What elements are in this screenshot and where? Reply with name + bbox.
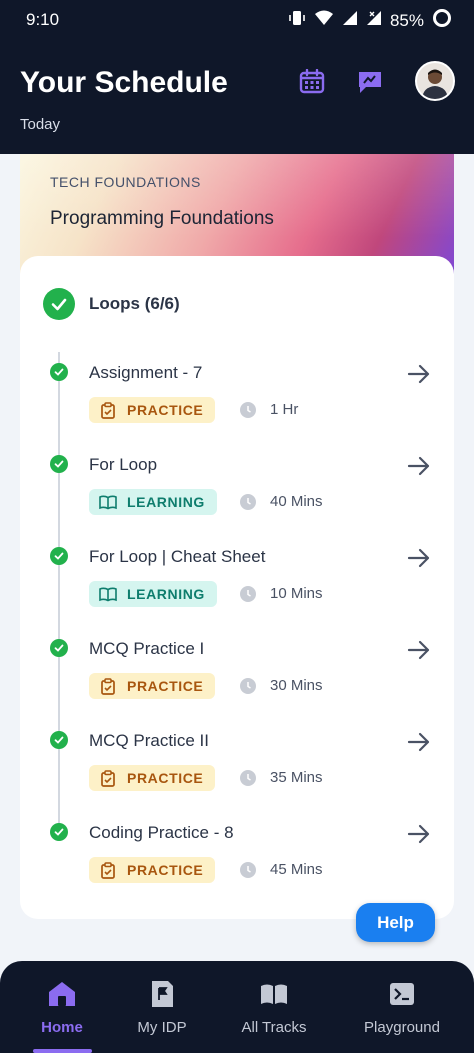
home-icon <box>47 979 77 1009</box>
book-open-icon <box>99 585 117 603</box>
learning-badge: LEARNING <box>89 581 217 607</box>
clock-icon <box>240 678 256 694</box>
item-duration: 30 Mins <box>270 677 323 694</box>
clipboard-icon <box>99 677 117 695</box>
completed-check-icon <box>50 455 68 473</box>
completed-check-icon <box>50 363 68 381</box>
app-header: Your Schedule Today <box>0 38 474 154</box>
terminal-icon <box>387 979 417 1009</box>
item-duration: 35 Mins <box>270 769 323 786</box>
clipboard-icon <box>99 861 117 879</box>
item-duration: 40 Mins <box>270 493 323 510</box>
nav-label: Playground <box>364 1019 440 1036</box>
schedule-item[interactable]: MCQ Practice II PRACTICE 35 Mins <box>20 727 454 819</box>
nav-label: My IDP <box>137 1019 187 1036</box>
course-category: TECH FOUNDATIONS <box>50 174 201 190</box>
tag-label: PRACTICE <box>127 402 204 418</box>
item-title: For Loop <box>89 455 158 474</box>
completed-check-icon <box>50 731 68 749</box>
nav-label: Home <box>41 1019 83 1036</box>
practice-badge: PRACTICE <box>89 673 216 699</box>
course-name: Programming Foundations <box>50 208 274 229</box>
module-title: Loops (6/6) <box>89 294 180 313</box>
battery-percent: 85% <box>389 10 424 30</box>
status-bar: 9:10 85% <box>0 0 474 38</box>
tag-label: LEARNING <box>127 586 205 602</box>
nav-item-my-idp[interactable]: My IDP <box>124 979 200 1049</box>
item-title: For Loop | Cheat Sheet <box>89 547 266 566</box>
practice-badge: PRACTICE <box>89 765 216 791</box>
schedule-item[interactable]: Assignment - 7 PRACTICE 1 Hr <box>20 359 454 451</box>
tag-label: PRACTICE <box>127 678 204 694</box>
item-title: MCQ Practice II <box>89 731 209 750</box>
calendar-button[interactable] <box>294 66 330 102</box>
flag-icon <box>147 979 177 1009</box>
schedule-item[interactable]: Coding Practice - 8 PRACTICE 45 Mins <box>20 819 454 911</box>
arrow-right-icon[interactable] <box>406 361 432 387</box>
signal-no-data-icon <box>366 10 382 31</box>
vibrate-icon <box>288 9 306 32</box>
item-title: Assignment - 7 <box>89 363 203 382</box>
item-duration: 10 Mins <box>270 585 323 602</box>
battery-icon <box>432 8 452 33</box>
nav-item-all-tracks[interactable]: All Tracks <box>234 979 314 1049</box>
arrow-right-icon[interactable] <box>406 729 432 755</box>
item-duration: 45 Mins <box>270 861 323 878</box>
tag-label: PRACTICE <box>127 770 204 786</box>
module-panel: Loops (6/6) Assignment - 7 PRACTICE 1 Hr… <box>20 256 454 919</box>
clipboard-icon <box>99 769 117 787</box>
tag-label: LEARNING <box>127 494 205 510</box>
page-title: Your Schedule <box>20 66 228 99</box>
clock-icon <box>240 494 256 510</box>
signal-icon <box>342 10 358 31</box>
schedule-item[interactable]: MCQ Practice I PRACTICE 30 Mins <box>20 635 454 727</box>
clock-icon <box>240 402 256 418</box>
discussion-button[interactable] <box>352 66 388 102</box>
arrow-right-icon[interactable] <box>406 453 432 479</box>
arrow-right-icon[interactable] <box>406 637 432 663</box>
book-open-icon <box>99 493 117 511</box>
bottom-nav: Home My IDP All Tracks Playground <box>0 961 474 1053</box>
nav-item-playground[interactable]: Playground <box>356 979 448 1049</box>
active-tab-indicator <box>33 1049 92 1053</box>
item-title: MCQ Practice I <box>89 639 205 658</box>
status-icons: 85% <box>288 8 452 33</box>
status-time: 9:10 <box>26 10 60 29</box>
arrow-right-icon[interactable] <box>406 545 432 571</box>
avatar[interactable] <box>415 61 455 101</box>
nav-label: All Tracks <box>241 1019 307 1036</box>
completed-check-icon <box>50 823 68 841</box>
chat-icon <box>356 69 384 100</box>
completed-check-icon <box>50 639 68 657</box>
item-duration: 1 Hr <box>270 401 299 418</box>
learning-badge: LEARNING <box>89 489 217 515</box>
nav-item-home[interactable]: Home <box>24 979 100 1049</box>
calendar-icon <box>299 68 325 100</box>
item-title: Coding Practice - 8 <box>89 823 234 842</box>
clock-icon <box>240 586 256 602</box>
completed-check-icon <box>50 547 68 565</box>
clipboard-icon <box>99 401 117 419</box>
arrow-right-icon[interactable] <box>406 821 432 847</box>
tag-label: PRACTICE <box>127 862 204 878</box>
help-button[interactable]: Help <box>356 903 435 942</box>
wifi-icon <box>314 9 334 32</box>
practice-badge: PRACTICE <box>89 857 216 883</box>
clock-icon <box>240 862 256 878</box>
schedule-item[interactable]: For Loop LEARNING 40 Mins <box>20 451 454 543</box>
practice-badge: PRACTICE <box>89 397 216 423</box>
schedule-item[interactable]: For Loop | Cheat Sheet LEARNING 10 Mins <box>20 543 454 635</box>
clock-icon <box>240 770 256 786</box>
module-complete-icon <box>43 288 75 320</box>
page-subtitle: Today <box>20 116 61 133</box>
book-icon <box>259 979 289 1009</box>
